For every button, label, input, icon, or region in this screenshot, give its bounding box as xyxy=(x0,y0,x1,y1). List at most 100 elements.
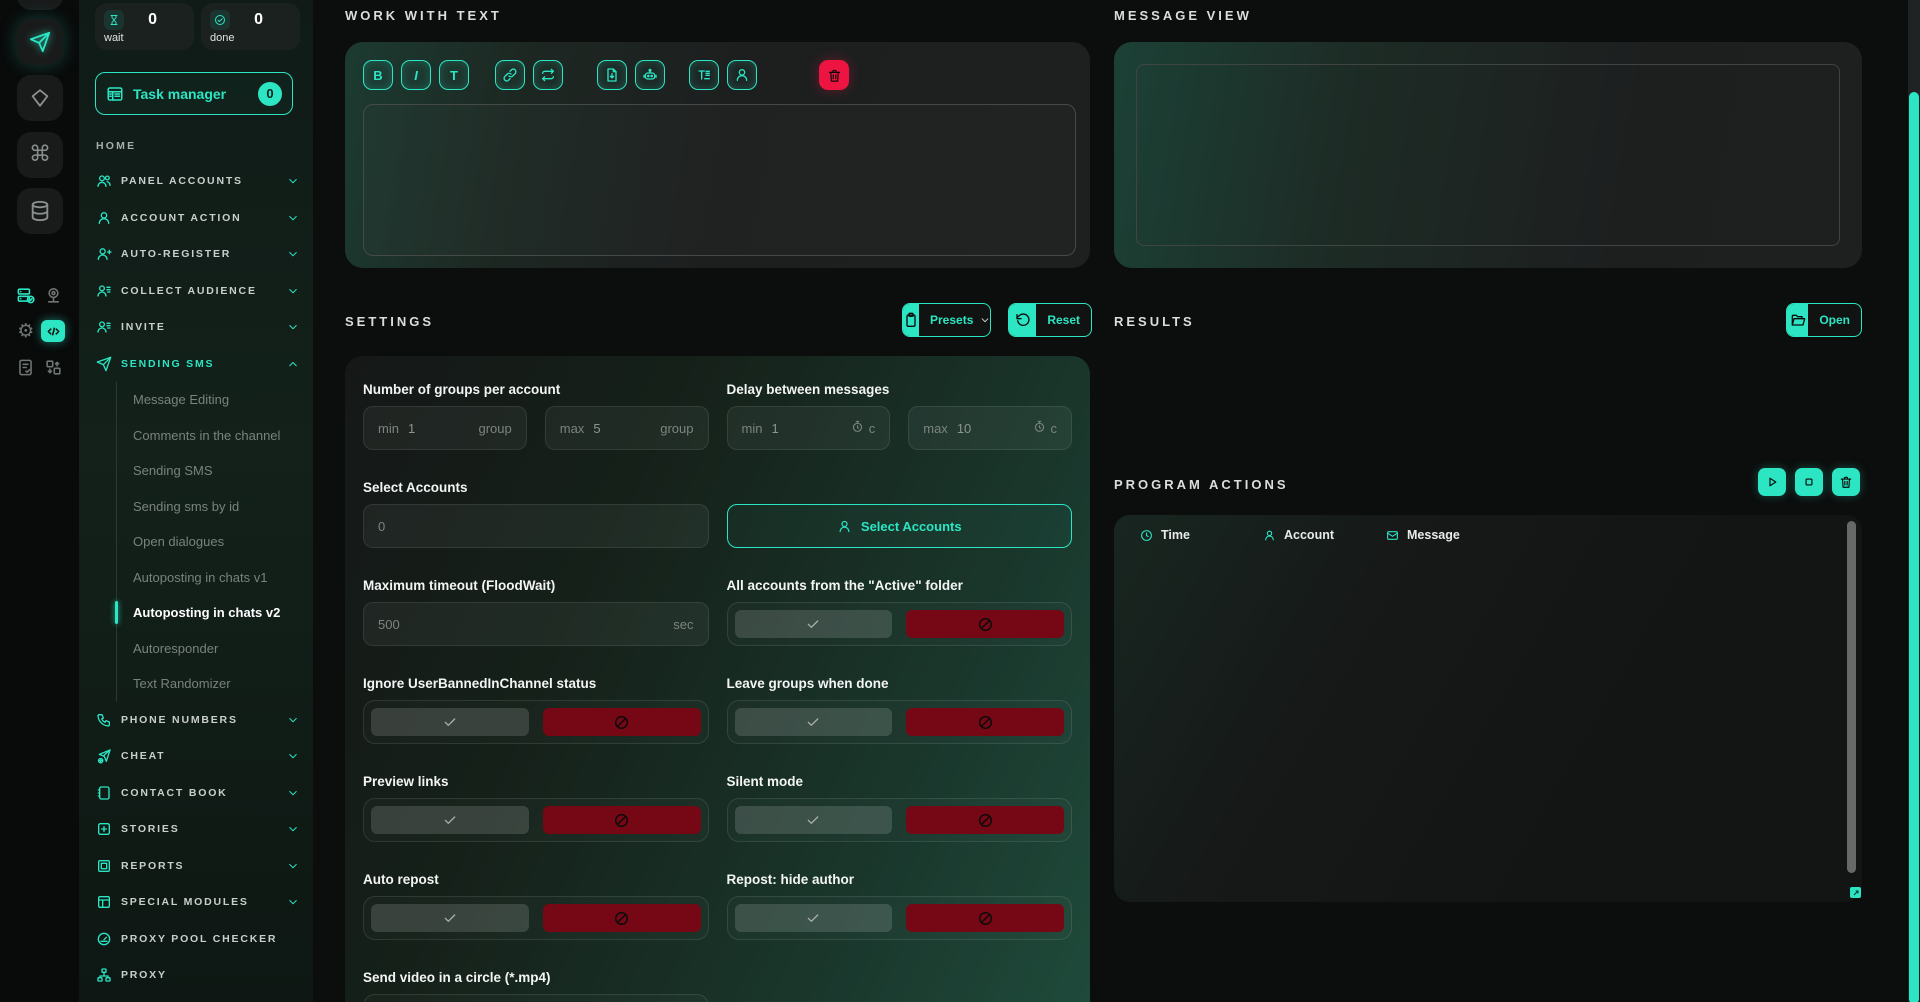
toggle-enable-option[interactable] xyxy=(735,806,893,834)
toggle-enable-option[interactable] xyxy=(735,904,893,932)
prohibit-icon xyxy=(613,812,630,829)
message-view-panel xyxy=(1114,42,1862,268)
sidebar-item-auto-register[interactable]: AUTO-REGISTER xyxy=(79,236,313,273)
toggle-enable-option[interactable] xyxy=(735,610,893,638)
select-accounts-button[interactable]: Select Accounts xyxy=(727,504,1073,548)
presets-button[interactable]: Presets xyxy=(902,303,991,337)
sidebar-item-label: ACCOUNT ACTION xyxy=(121,212,278,224)
file-insert-button[interactable] xyxy=(597,60,627,90)
bot-button[interactable] xyxy=(635,60,665,90)
sidebar-item-proxy-pool-checker[interactable]: PROXY POOL CHECKER xyxy=(79,921,313,958)
sidebar-item-proxy[interactable]: PROXY xyxy=(79,957,313,994)
min-prefix: min xyxy=(378,421,399,436)
max-timeout-input[interactable]: 500 sec xyxy=(363,602,709,646)
start-button[interactable] xyxy=(1758,468,1786,496)
delay-min-input[interactable]: min 1 c xyxy=(727,406,891,450)
doc-check-button[interactable] xyxy=(15,356,37,378)
gear-button[interactable]: ⚙ xyxy=(15,320,37,342)
link-button[interactable] xyxy=(495,60,525,90)
rail-button-command[interactable]: ⌘ xyxy=(17,132,63,178)
submenu-item-text-randomizer[interactable]: Text Randomizer xyxy=(117,666,313,702)
chevron-down-icon xyxy=(287,285,299,297)
repeat-button[interactable] xyxy=(533,60,563,90)
server-check-button[interactable] xyxy=(15,284,37,306)
italic-button[interactable]: I xyxy=(401,60,431,90)
submenu-item-message-editing[interactable]: Message Editing xyxy=(117,382,313,418)
selected-accounts-count-input[interactable]: 0 xyxy=(363,504,709,548)
title-button[interactable]: T xyxy=(439,60,469,90)
submenu-item-autoresponder[interactable]: Autoresponder xyxy=(117,631,313,667)
task-manager-button[interactable]: Task manager 0 xyxy=(95,72,293,115)
clear-log-button[interactable] xyxy=(1832,468,1860,496)
text-template-button[interactable] xyxy=(689,60,719,90)
user-list-icon xyxy=(95,282,112,299)
toggle-disable-option[interactable] xyxy=(543,806,701,834)
chevron-down-icon xyxy=(980,315,990,325)
sidebar-item-collect-audience[interactable]: COLLECT AUDIENCE xyxy=(79,273,313,310)
reset-button[interactable]: Reset xyxy=(1008,303,1092,337)
rail-button-gem[interactable] xyxy=(17,75,63,121)
open-results-button[interactable]: Open xyxy=(1786,303,1862,337)
sidebar-item-panel-accounts[interactable]: PANEL ACCOUNTS xyxy=(79,163,313,200)
toggle-disable-option[interactable] xyxy=(906,708,1064,736)
toggle-disable-option[interactable] xyxy=(906,610,1064,638)
sidebar-item-sending-sms[interactable]: SENDING SMS xyxy=(79,346,313,383)
code-window-button[interactable] xyxy=(41,320,65,342)
panel-resize-handle[interactable] xyxy=(1850,887,1861,898)
check-icon xyxy=(442,910,458,926)
task-grid-icon xyxy=(106,85,124,103)
code-window-icon xyxy=(44,322,63,341)
done-count: 0 xyxy=(254,11,263,29)
mention-button[interactable] xyxy=(727,60,757,90)
submenu-item-autoposting-in-chats-v1[interactable]: Autoposting in chats v1 xyxy=(117,560,313,596)
reset-label: Reset xyxy=(1047,313,1080,327)
swap-modules-icon xyxy=(44,358,63,377)
submenu-item-sending-sms[interactable]: Sending SMS xyxy=(117,453,313,489)
person-cam-icon xyxy=(44,286,63,305)
submenu-item-open-dialogues[interactable]: Open dialogues xyxy=(117,524,313,560)
rail-button-database[interactable] xyxy=(17,188,63,234)
bold-button[interactable]: B xyxy=(363,60,393,90)
toggle-disable-option[interactable] xyxy=(543,708,701,736)
sidebar-item-account-action[interactable]: ACCOUNT ACTION xyxy=(79,200,313,237)
message-text-input[interactable] xyxy=(363,104,1076,256)
rail-button-send[interactable] xyxy=(17,19,63,65)
toggle-enable-option[interactable] xyxy=(371,708,529,736)
sidebar-item-contact-book[interactable]: CONTACT BOOK xyxy=(79,775,313,812)
sidebar-item-invite[interactable]: INVITE xyxy=(79,309,313,346)
submenu-item-comments-in-the-channel[interactable]: Comments in the channel xyxy=(117,418,313,454)
sidebar-item-stories[interactable]: STORIES xyxy=(79,811,313,848)
delay-max-input[interactable]: max 10 c xyxy=(908,406,1072,450)
toggle-disable-option[interactable] xyxy=(906,806,1064,834)
check-icon xyxy=(805,714,821,730)
user-plus-icon xyxy=(95,246,112,263)
send-icon xyxy=(29,31,51,53)
sidebar-item-special-modules[interactable]: SPECIAL MODULES xyxy=(79,884,313,921)
sidebar-item-cheat[interactable]: CHEAT xyxy=(79,738,313,775)
toggle-disable-option[interactable] xyxy=(543,904,701,932)
send-plus-icon xyxy=(95,748,112,765)
log-scrollbar[interactable] xyxy=(1847,521,1856,873)
clear-text-button[interactable] xyxy=(819,60,849,90)
toggle-enable-option[interactable] xyxy=(735,708,893,736)
rail-button-cut[interactable] xyxy=(17,0,63,10)
page-scrollbar-track[interactable] xyxy=(1908,0,1920,1002)
submenu-item-autoposting-in-chats-v2[interactable]: Autoposting in chats v2 xyxy=(117,595,313,631)
log-column-label: Account xyxy=(1284,528,1334,542)
stopwatch-icon xyxy=(851,420,864,436)
groups-min-input[interactable]: min 1 group xyxy=(363,406,527,450)
toggle-enable-option[interactable] xyxy=(371,806,529,834)
chevron-down-icon xyxy=(287,750,299,762)
submenu-item-sending-sms-by-id[interactable]: Sending sms by id xyxy=(117,489,313,525)
groups-max-input[interactable]: max 5 group xyxy=(545,406,709,450)
sidebar-item-phone-numbers[interactable]: PHONE NUMBERS xyxy=(79,702,313,739)
page-scrollbar-thumb[interactable] xyxy=(1909,92,1919,1002)
user-list-icon xyxy=(95,319,112,336)
sidebar-item-reports[interactable]: REPORTS xyxy=(79,848,313,885)
toggle-disable-option[interactable] xyxy=(906,904,1064,932)
toggle-enable-option[interactable] xyxy=(371,904,529,932)
person-cam-button[interactable] xyxy=(42,284,64,306)
toggle-label: Silent mode xyxy=(727,774,1073,789)
swap-modules-button[interactable] xyxy=(42,356,64,378)
stop-button[interactable] xyxy=(1795,468,1823,496)
